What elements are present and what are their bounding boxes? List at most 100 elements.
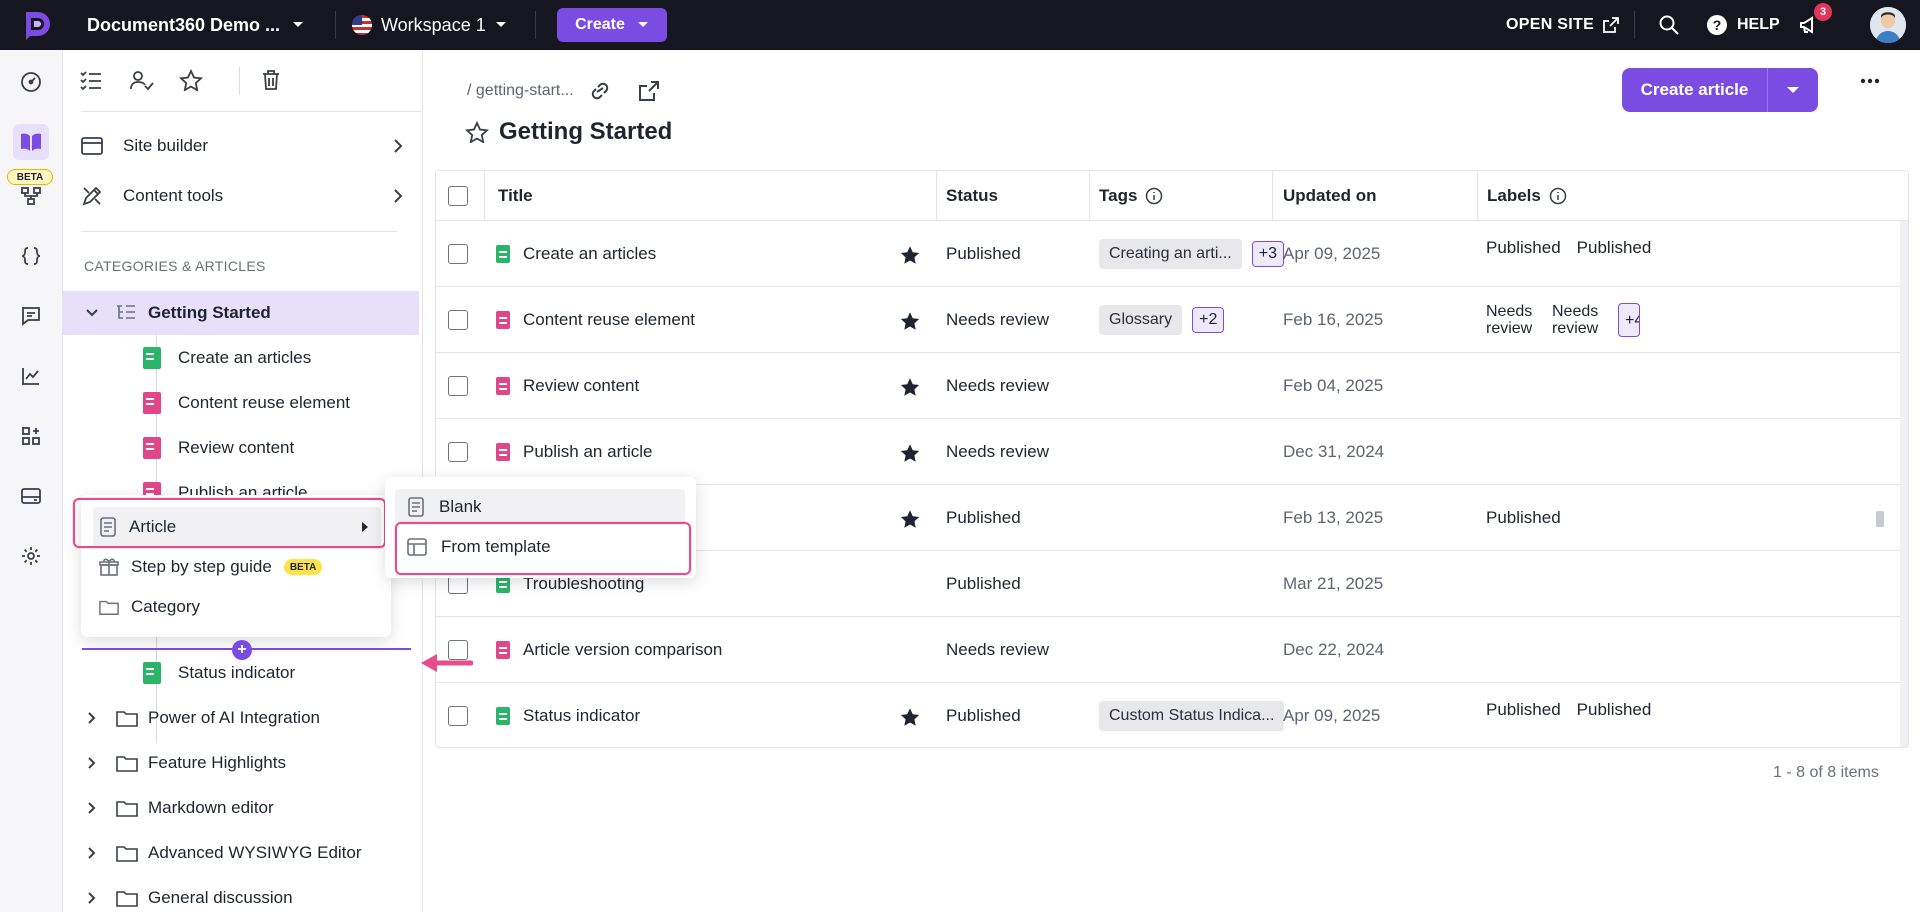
column-tags[interactable]: Tags bbox=[1099, 171, 1163, 221]
documentation-icon[interactable] bbox=[13, 124, 49, 160]
article-title[interactable]: Content reuse element bbox=[523, 287, 695, 353]
select-all-checkbox[interactable] bbox=[448, 171, 468, 221]
star-outline-icon[interactable] bbox=[465, 121, 489, 143]
external-link-icon[interactable] bbox=[638, 80, 660, 102]
tree-category[interactable]: Power of AI Integration bbox=[63, 696, 419, 740]
updated-date: Feb 16, 2025 bbox=[1283, 310, 1384, 329]
drive-icon[interactable] bbox=[13, 478, 49, 514]
submenu-item-label: Blank bbox=[439, 497, 482, 516]
create-article-label[interactable]: Create article bbox=[1622, 68, 1768, 112]
tree-category[interactable]: Feature Highlights bbox=[63, 741, 419, 785]
workflow-icon[interactable] bbox=[13, 178, 49, 214]
chevron-right-icon[interactable] bbox=[87, 801, 97, 815]
star-filled-icon[interactable] bbox=[899, 221, 921, 287]
chevron-down-icon[interactable] bbox=[85, 308, 99, 318]
tag-more-chip[interactable]: +3 bbox=[1251, 241, 1284, 267]
chevron-down-icon bbox=[293, 22, 304, 27]
star-filled-icon[interactable] bbox=[899, 683, 921, 747]
dashboard-icon[interactable] bbox=[13, 64, 49, 100]
column-labels[interactable]: Labels bbox=[1487, 171, 1567, 221]
submenu-item-blank[interactable]: Blank bbox=[395, 489, 685, 525]
article-title[interactable]: Status indicator bbox=[523, 683, 640, 747]
table-row[interactable]: Create an articles Published Creating an… bbox=[436, 221, 1908, 287]
tree-article[interactable]: Content reuse element bbox=[63, 381, 419, 425]
article-title[interactable]: Create an articles bbox=[523, 221, 656, 287]
divider bbox=[535, 11, 536, 39]
search-icon[interactable] bbox=[1658, 14, 1680, 36]
add-here-plus-icon[interactable]: + bbox=[232, 640, 252, 660]
api-icon[interactable] bbox=[13, 238, 49, 274]
folder-icon bbox=[116, 799, 138, 817]
workspace-switcher[interactable]: Workspace 1 bbox=[352, 0, 507, 50]
tree-category[interactable]: General discussion bbox=[63, 876, 419, 912]
tree-category[interactable]: Advanced WYSIWYG Editor bbox=[63, 831, 419, 875]
document360-logo-icon[interactable] bbox=[20, 8, 54, 42]
label-more-chip[interactable]: +4 bbox=[1618, 303, 1640, 337]
star-filled-icon[interactable] bbox=[899, 353, 921, 419]
article-review-icon bbox=[496, 419, 510, 485]
content-tools-item[interactable]: Content tools bbox=[81, 174, 403, 218]
tag-chip[interactable]: Creating an arti... bbox=[1099, 239, 1242, 269]
highlight-outline bbox=[395, 522, 691, 575]
tree-article[interactable]: Create an articles bbox=[63, 336, 419, 380]
breadcrumb-path[interactable]: / getting-start... bbox=[467, 82, 574, 100]
table-row[interactable]: Content reuse element Needs review Gloss… bbox=[436, 287, 1908, 353]
table-row[interactable]: Publish an article Needs review Dec 31, … bbox=[436, 419, 1908, 485]
divider bbox=[81, 231, 397, 232]
table-row[interactable]: Review content Needs review Feb 04, 2025 bbox=[436, 353, 1908, 419]
tree-category-getting-started[interactable]: Getting Started bbox=[63, 291, 419, 335]
chevron-right-icon[interactable] bbox=[87, 711, 97, 725]
article-title[interactable]: Review content bbox=[523, 353, 639, 419]
row-checkbox[interactable] bbox=[448, 683, 468, 747]
star-outline-icon[interactable] bbox=[179, 69, 203, 91]
external-link-icon bbox=[1603, 17, 1619, 33]
project-switcher[interactable]: Document360 Demo ... bbox=[87, 0, 304, 50]
tree-category[interactable]: Markdown editor bbox=[63, 786, 419, 830]
chevron-right-icon bbox=[393, 138, 403, 154]
apps-icon[interactable] bbox=[13, 418, 49, 454]
tags-cell: Custom Status Indica... bbox=[1099, 683, 1285, 747]
menu-item-category[interactable]: Category bbox=[99, 587, 379, 627]
analytics-icon[interactable] bbox=[13, 358, 49, 394]
settings-gear-icon[interactable] bbox=[13, 538, 49, 574]
chevron-right-icon[interactable] bbox=[87, 891, 97, 905]
create-button[interactable]: Create bbox=[557, 8, 667, 42]
table-row[interactable]: Status indicator Published Custom Status… bbox=[436, 683, 1908, 747]
row-checkbox[interactable] bbox=[448, 353, 468, 419]
article-title[interactable]: Publish an article bbox=[523, 419, 652, 485]
chevron-down-icon[interactable] bbox=[1768, 68, 1818, 112]
tag-chip[interactable]: Custom Status Indica... bbox=[1099, 701, 1285, 731]
trash-icon[interactable] bbox=[260, 69, 282, 91]
site-builder-item[interactable]: Site builder bbox=[81, 124, 403, 168]
table-row[interactable]: Article version comparison Needs review … bbox=[436, 617, 1908, 683]
user-avatar[interactable] bbox=[1870, 7, 1906, 43]
tag-more-chip[interactable]: +2 bbox=[1192, 307, 1225, 333]
star-filled-icon[interactable] bbox=[899, 287, 921, 353]
column-updated-on[interactable]: Updated on bbox=[1283, 171, 1377, 221]
create-article-button[interactable]: Create article bbox=[1622, 68, 1818, 112]
row-checkbox[interactable] bbox=[448, 287, 468, 353]
column-title[interactable]: Title bbox=[498, 171, 533, 221]
row-checkbox[interactable] bbox=[448, 419, 468, 485]
user-check-icon[interactable] bbox=[129, 69, 155, 91]
feedback-icon[interactable] bbox=[13, 298, 49, 334]
more-options-icon[interactable] bbox=[1860, 78, 1880, 84]
tree-article[interactable]: Review content bbox=[63, 426, 419, 470]
updated-date: Dec 31, 2024 bbox=[1283, 442, 1385, 461]
star-filled-icon[interactable] bbox=[899, 419, 921, 485]
table-scrollbar[interactable] bbox=[1900, 221, 1908, 747]
article-title[interactable]: Article version comparison bbox=[523, 617, 722, 683]
star-filled-icon[interactable] bbox=[899, 485, 921, 551]
row-checkbox[interactable] bbox=[448, 221, 468, 287]
chevron-right-icon[interactable] bbox=[87, 756, 97, 770]
chevron-right-icon[interactable] bbox=[87, 846, 97, 860]
link-icon[interactable] bbox=[588, 81, 612, 101]
tag-chip[interactable]: Glossary bbox=[1099, 305, 1183, 335]
help-button[interactable]: ? HELP bbox=[1707, 0, 1780, 50]
open-site-link[interactable]: OPEN SITE bbox=[1506, 0, 1620, 50]
pencil-ruler-icon bbox=[81, 185, 105, 207]
column-status[interactable]: Status bbox=[946, 171, 998, 221]
articles-table: Title Status Tags Updated on Labels Crea… bbox=[435, 170, 1909, 748]
checklist-icon[interactable] bbox=[79, 69, 103, 91]
menu-item-step-guide[interactable]: Step by step guide BETA bbox=[99, 547, 379, 587]
